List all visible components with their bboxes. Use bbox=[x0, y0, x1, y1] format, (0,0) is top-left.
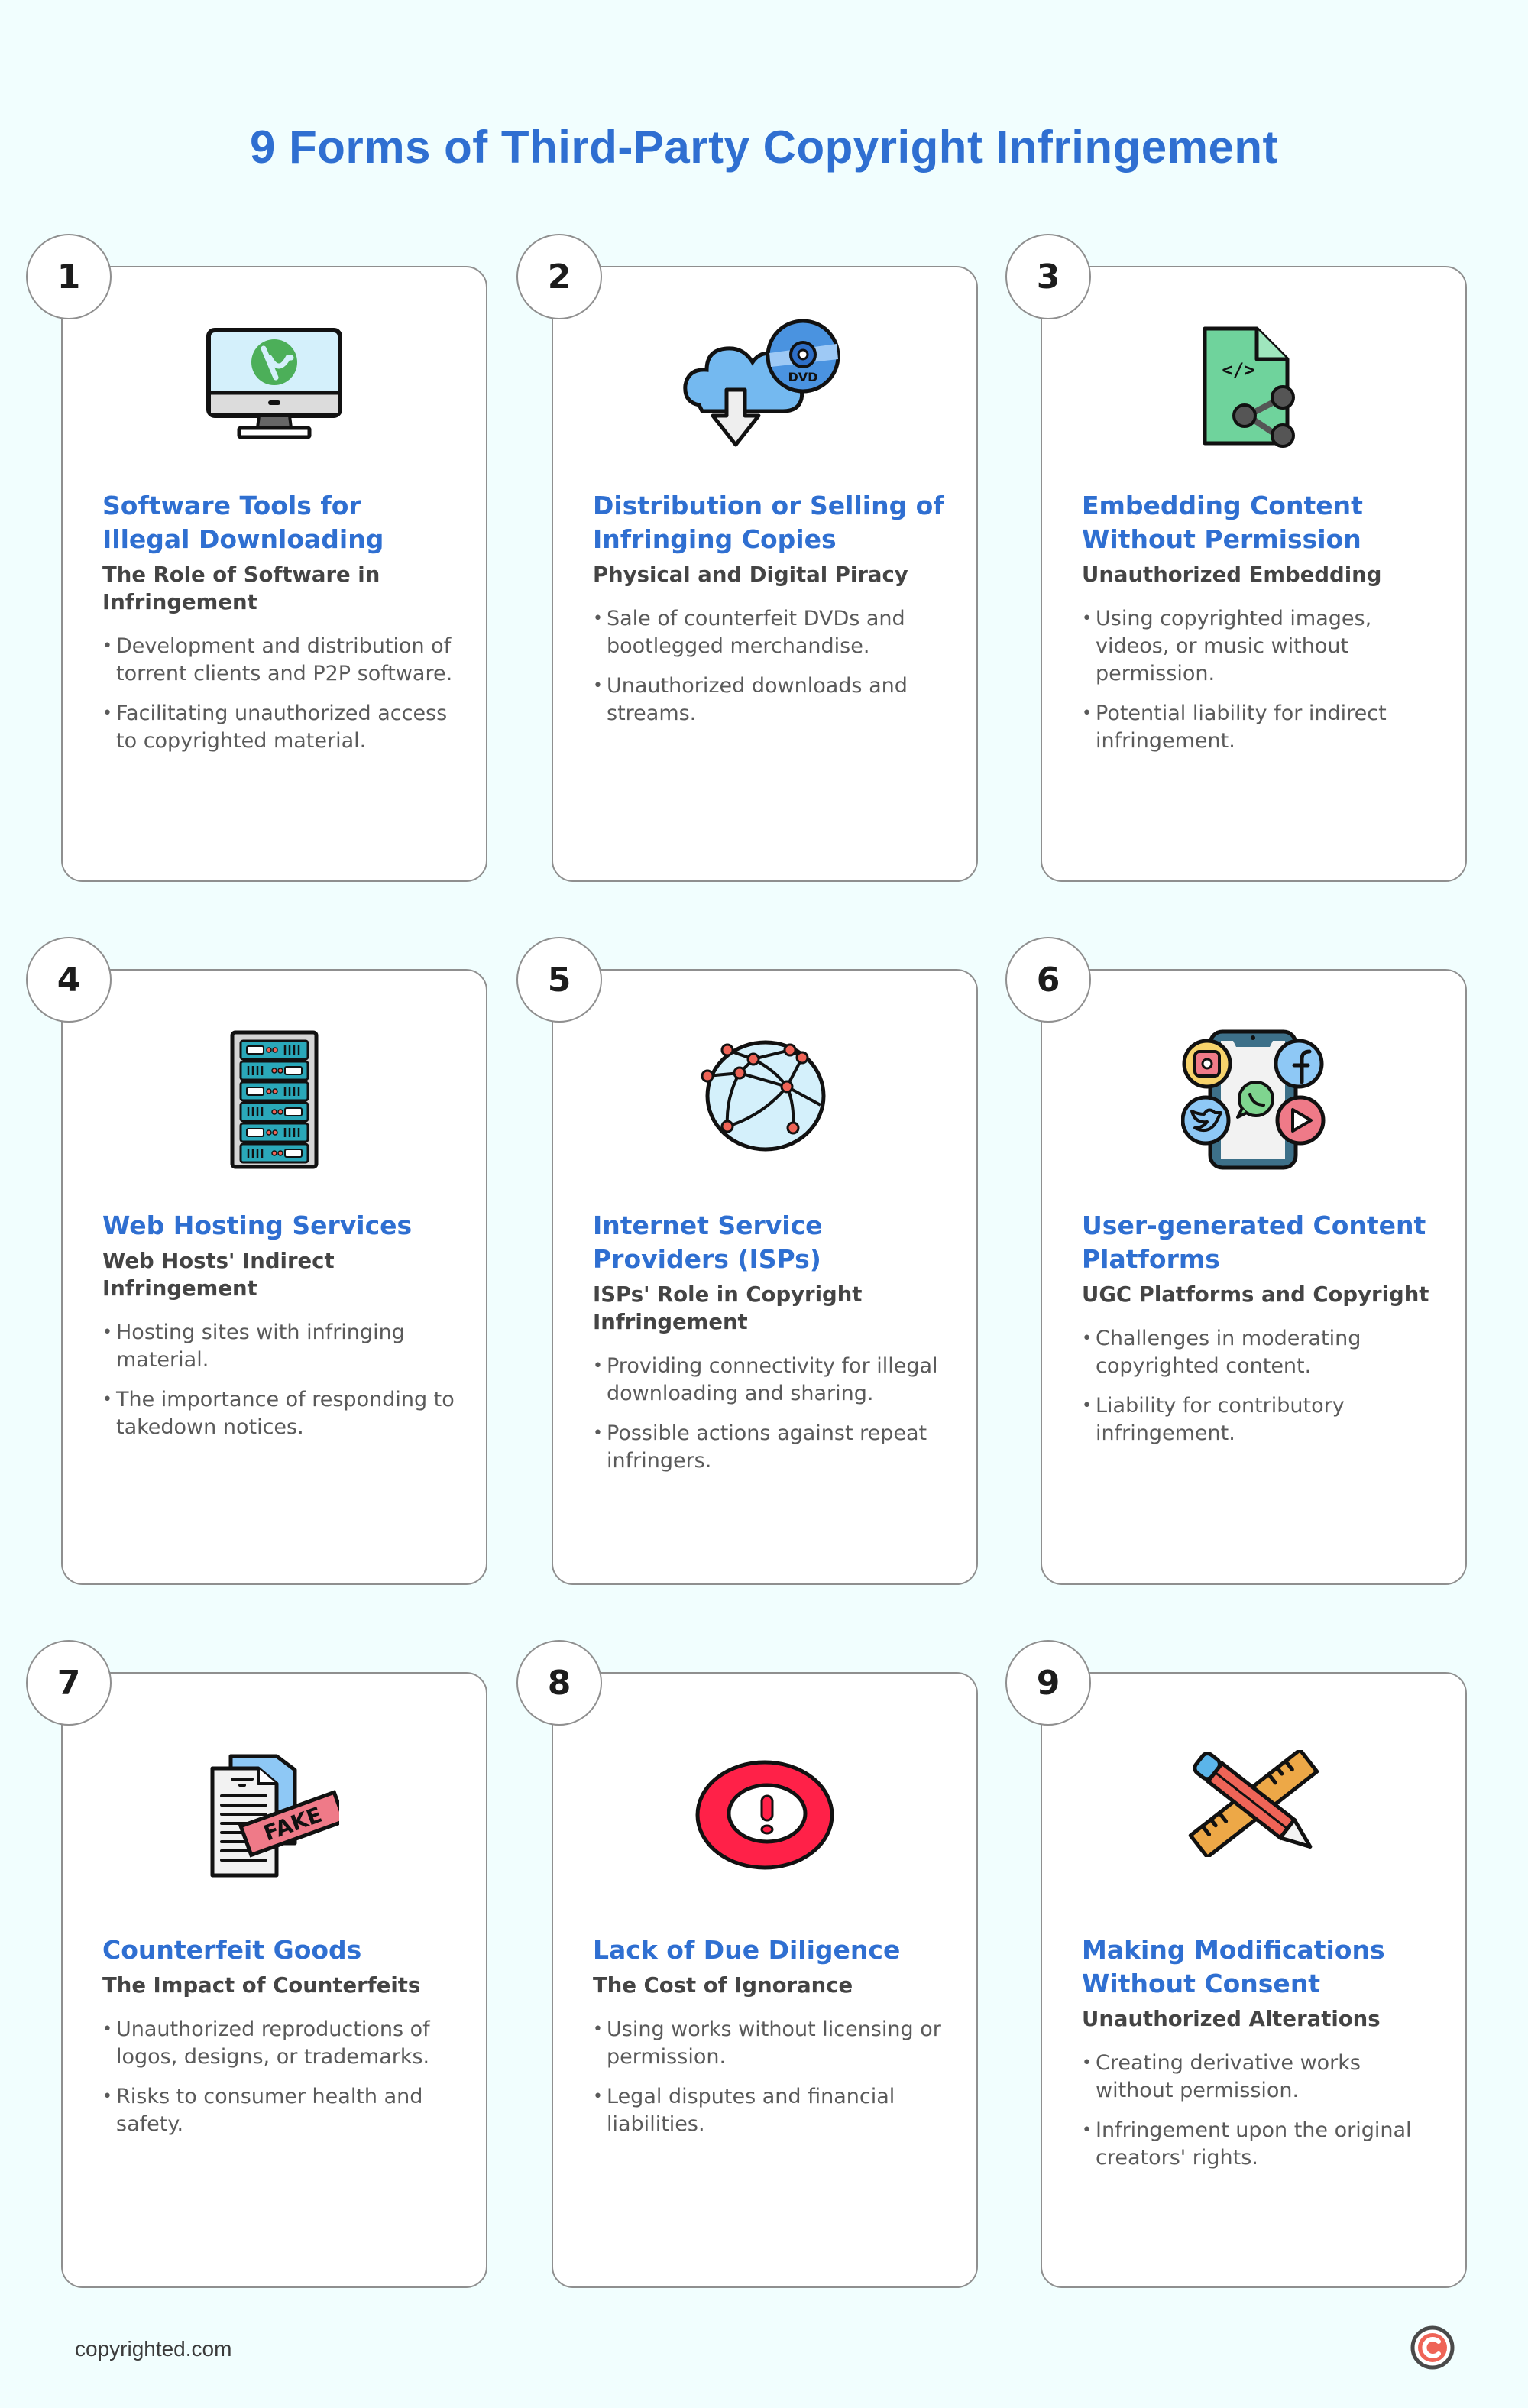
card-title: Distribution or Selling of Infringing Co… bbox=[593, 491, 944, 554]
card-title: Internet Service Providers (ISPs) bbox=[593, 1210, 823, 1274]
bullet-list: Using copyrighted images, videos, or mus… bbox=[1082, 605, 1435, 755]
card-subtitle: Web Hosts' Indirect Infringement bbox=[102, 1249, 335, 1301]
bullet-item: The importance of responding to takedown… bbox=[102, 1386, 455, 1441]
bullet-list: Development and distribution of torrent … bbox=[102, 633, 455, 755]
card-subtitle: Unauthorized Embedding bbox=[1082, 562, 1382, 587]
card-isps: Internet Service Providers (ISPs) ISPs' … bbox=[552, 969, 978, 1585]
card-title: Lack of Due Diligence bbox=[593, 1935, 901, 1965]
number-badge: 9 bbox=[1005, 1640, 1091, 1726]
youtube-badge bbox=[1275, 1095, 1326, 1146]
bullet-item: Infringement upon the original creators'… bbox=[1082, 2117, 1435, 2172]
card-subtitle: UGC Platforms and Copyright bbox=[1082, 1282, 1429, 1307]
bullet-item: Creating derivative works without permis… bbox=[1082, 2050, 1435, 2105]
card-title: Making Modifications Without Consent bbox=[1082, 1935, 1385, 1998]
warning-exclamation-icon bbox=[695, 1760, 834, 1870]
copyright-icon bbox=[1410, 2325, 1455, 2370]
network-globe-icon bbox=[701, 1040, 826, 1152]
bullet-item: Liability for contributory infringement. bbox=[1082, 1392, 1435, 1447]
card-title: Web Hosting Services bbox=[102, 1210, 413, 1240]
bullet-item: Sale of counterfeit DVDs and bootlegged … bbox=[593, 605, 946, 660]
cloud-download-dvd-icon: DVD bbox=[683, 319, 840, 447]
bullet-list: Hosting sites with infringing material. … bbox=[102, 1319, 455, 1441]
server-rack-icon bbox=[230, 1030, 319, 1169]
bullet-item: Providing connectivity for illegal downl… bbox=[593, 1353, 946, 1408]
bullet-list: Creating derivative works without permis… bbox=[1082, 2050, 1435, 2172]
card-title: Embedding Content Without Permission bbox=[1082, 491, 1363, 554]
number-badge: 2 bbox=[516, 234, 602, 319]
bullet-list: Using works without licensing or permiss… bbox=[593, 2016, 946, 2138]
card-subtitle: ISPs' Role in Copyright Infringement bbox=[593, 1282, 863, 1334]
card-title: Software Tools for Illegal Downloading bbox=[102, 491, 384, 554]
card-embedding-content: </> Embedding Content Without Permission… bbox=[1041, 266, 1467, 882]
facebook-badge bbox=[1274, 1039, 1324, 1089]
server-units bbox=[239, 1039, 309, 1164]
card-title: Counterfeit Goods bbox=[102, 1935, 362, 1965]
card-subtitle: The Cost of Ignorance bbox=[593, 1973, 853, 1998]
card-modifications: Making Modifications Without Consent Una… bbox=[1041, 1672, 1467, 2288]
bullet-item: Risks to consumer health and safety. bbox=[102, 2083, 455, 2138]
number-badge: 3 bbox=[1005, 234, 1091, 319]
page-title: 9 Forms of Third-Party Copyright Infring… bbox=[250, 122, 1278, 173]
number-badge: 7 bbox=[26, 1640, 112, 1726]
card-subtitle: Physical and Digital Piracy bbox=[593, 562, 908, 587]
bullet-list: Sale of counterfeit DVDs and bootlegged … bbox=[593, 605, 946, 728]
svg-text:</>: </> bbox=[1222, 359, 1254, 381]
number-badge: 6 bbox=[1005, 937, 1091, 1023]
bullet-item: Using copyrighted images, videos, or mus… bbox=[1082, 605, 1435, 688]
pencil-ruler-icon bbox=[1188, 1750, 1319, 1857]
card-counterfeit-goods: FAKE Counterfeit Goods The Impact of Cou… bbox=[61, 1672, 487, 2288]
bullet-list: Challenges in moderating copyrighted con… bbox=[1082, 1325, 1435, 1447]
bullet-item: Challenges in moderating copyrighted con… bbox=[1082, 1325, 1435, 1380]
card-distribution-selling: DVD Distribution or Selling of Infringin… bbox=[552, 266, 978, 882]
bullet-item: Development and distribution of torrent … bbox=[102, 633, 455, 688]
number-badge: 4 bbox=[26, 937, 112, 1023]
card-subtitle: The Role of Software in Infringement bbox=[102, 562, 380, 614]
bullet-item: Facilitating unauthorized access to copy… bbox=[102, 700, 455, 755]
footer-site-link[interactable]: copyrighted.com bbox=[75, 2337, 231, 2361]
bullet-item: Potential liability for indirect infring… bbox=[1082, 700, 1435, 755]
card-subtitle: Unauthorized Alterations bbox=[1082, 2007, 1381, 2031]
number-badge: 1 bbox=[26, 234, 112, 319]
bullet-list: Providing connectivity for illegal downl… bbox=[593, 1353, 946, 1475]
card-web-hosting: Web Hosting Services Web Hosts' Indirect… bbox=[61, 969, 487, 1585]
bullet-item: Unauthorized reproductions of logos, des… bbox=[102, 2016, 455, 2071]
card-ugc-platforms: User-generated Content Platforms UGC Pla… bbox=[1041, 969, 1467, 1585]
card-software-tools: Software Tools for Illegal Downloading T… bbox=[61, 266, 487, 882]
bullet-item: Hosting sites with infringing material. bbox=[102, 1319, 455, 1374]
bullet-item: Legal disputes and financial liabilities… bbox=[593, 2083, 946, 2138]
bullet-item: Possible actions against repeat infringe… bbox=[593, 1420, 946, 1475]
code-file-share-icon: </> bbox=[1203, 326, 1295, 448]
bullet-list: Unauthorized reproductions of logos, des… bbox=[102, 2016, 455, 2138]
card-title: User-generated Content Platforms bbox=[1082, 1210, 1426, 1274]
twitter-badge bbox=[1181, 1095, 1231, 1146]
card-due-diligence: Lack of Due Diligence The Cost of Ignora… bbox=[552, 1672, 978, 2288]
instagram-badge bbox=[1182, 1039, 1232, 1089]
number-badge: 5 bbox=[516, 937, 602, 1023]
fake-document-icon: FAKE bbox=[210, 1754, 339, 1878]
number-badge: 8 bbox=[516, 1640, 602, 1726]
computer-torrent-icon bbox=[206, 328, 342, 439]
dvd-label: DVD bbox=[788, 370, 818, 384]
whatsapp-badge bbox=[1236, 1081, 1274, 1119]
card-subtitle: The Impact of Counterfeits bbox=[102, 1973, 421, 1998]
smartphone-social-media-icon bbox=[1181, 1029, 1326, 1170]
bullet-item: Unauthorized downloads and streams. bbox=[593, 672, 946, 728]
bullet-item: Using works without licensing or permiss… bbox=[593, 2016, 946, 2071]
